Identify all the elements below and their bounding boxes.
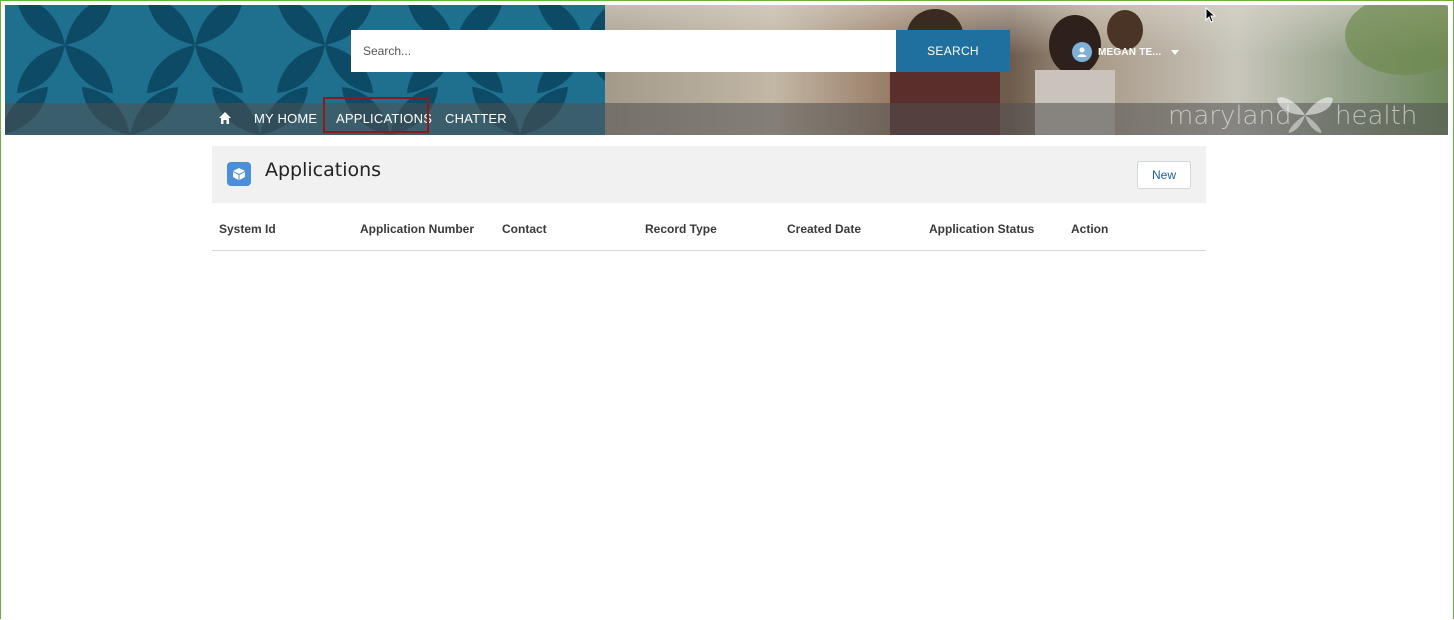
home-icon[interactable] <box>218 111 232 125</box>
column-header-application-status[interactable]: Application Status <box>929 222 1034 236</box>
chevron-down-icon <box>1171 49 1180 55</box>
new-button[interactable]: New <box>1137 161 1191 189</box>
column-header-action: Action <box>1071 222 1109 236</box>
user-name: MEGAN TE... <box>1098 46 1162 58</box>
active-nav-highlight <box>323 97 429 133</box>
logo-word-health: health <box>1335 101 1418 131</box>
nav-item-my-home[interactable]: MY HOME <box>254 103 317 135</box>
search-button[interactable]: SEARCH <box>896 30 1010 72</box>
column-header-record-type[interactable]: Record Type <box>645 222 717 236</box>
search-input[interactable] <box>351 30 897 72</box>
search-box <box>351 30 897 72</box>
logo-butterfly-icon <box>1277 97 1333 133</box>
column-header-contact[interactable]: Contact <box>502 222 547 236</box>
user-avatar-icon <box>1072 42 1092 62</box>
column-header-application-number[interactable]: Application Number <box>360 222 474 236</box>
user-menu[interactable]: MEGAN TE... <box>1072 42 1180 62</box>
applications-cube-icon <box>227 162 251 186</box>
column-header-created-date[interactable]: Created Date <box>787 222 861 236</box>
mouse-cursor-icon <box>1205 7 1217 23</box>
column-header-system-id[interactable]: System Id <box>219 222 276 236</box>
applications-table-header: System Id Application Number Contact Rec… <box>212 210 1206 251</box>
applications-header-panel: Applications New <box>212 146 1206 203</box>
nav-item-chatter[interactable]: CHATTER <box>445 103 507 135</box>
page-title: Applications <box>265 159 382 181</box>
